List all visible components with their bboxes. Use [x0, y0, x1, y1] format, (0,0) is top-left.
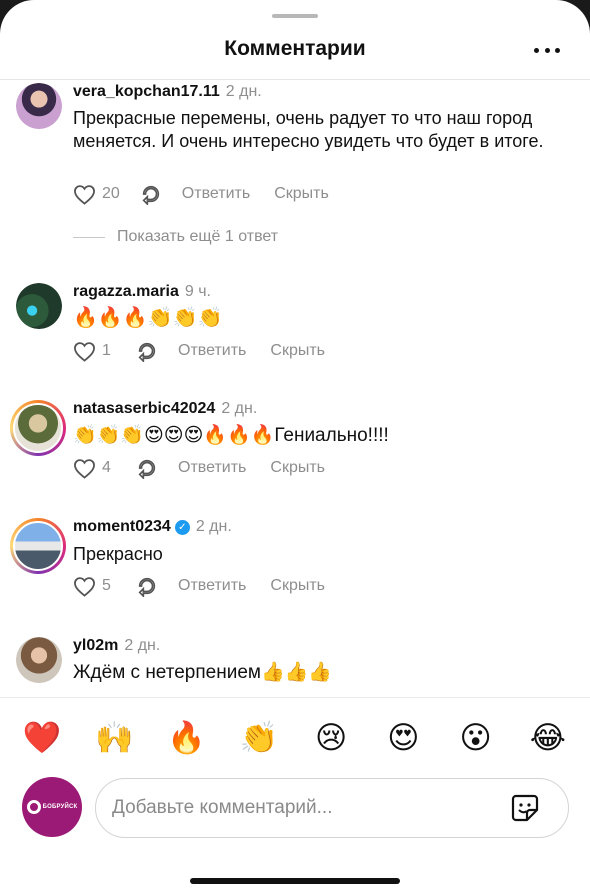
emoji-crying-button[interactable]: 😢 — [306, 718, 356, 758]
reply-button[interactable]: Ответить — [178, 459, 246, 477]
reply-icon[interactable] — [136, 457, 158, 479]
current-user-avatar[interactable]: БОБРУЙСК — [22, 777, 82, 837]
sheet-grabber[interactable] — [272, 14, 318, 18]
like-count: 20 — [102, 185, 120, 202]
comment-username[interactable]: ragazza.maria 9 ч. — [73, 283, 211, 301]
comment-time: 2 дн. — [225, 83, 262, 100]
comment-input-container[interactable] — [95, 778, 569, 838]
emoji-laughing-button[interactable]: 😂 — [523, 718, 573, 758]
avatar-logo-text: БОБРУЙСК — [42, 804, 78, 810]
comment-actions: 1 Ответить Скрыть — [73, 339, 325, 363]
reply-icon[interactable] — [136, 340, 158, 362]
heart-icon[interactable] — [73, 576, 96, 597]
avatar[interactable] — [16, 83, 62, 129]
like-count: 4 — [102, 459, 111, 476]
comment-time: 9 ч. — [184, 283, 211, 300]
page-title: Комментарии — [224, 37, 366, 60]
more-options-icon[interactable] — [534, 40, 560, 60]
comment-actions: 4 Ответить Скрыть — [73, 456, 325, 480]
emoji-fire-button[interactable]: 🔥 — [162, 718, 212, 758]
quick-emoji-bar: ❤️ 🙌 🔥 👏 😢 😍 😮 😂 — [0, 697, 590, 777]
like-button[interactable]: 20 — [73, 184, 120, 205]
sticker-icon[interactable] — [510, 793, 540, 823]
comment-item: moment0234 ✓ 2 дн. Прекрасно 5 Ответить … — [0, 518, 590, 618]
avatar[interactable] — [10, 518, 66, 574]
avatar[interactable] — [16, 637, 62, 683]
reply-icon[interactable] — [140, 183, 162, 205]
show-more-replies-label[interactable]: Показать ещё 1 ответ — [117, 228, 278, 246]
hide-button[interactable]: Скрыть — [270, 577, 325, 595]
comment-item: yl02m 2 дн. Ждём с нетерпением👍👍👍 — [0, 636, 590, 697]
comment-time: 2 дн. — [124, 637, 161, 654]
divider-line — [73, 236, 105, 238]
comment-item: natasaserbic42024 2 дн. 👏👏👏😍😍😍🔥🔥🔥Гениаль… — [0, 400, 590, 500]
comments-sheet: Комментарии vera_kopchan17.11 2 дн. Прек… — [0, 0, 590, 896]
show-more-replies-button[interactable]: Показать ещё 1 ответ — [73, 228, 278, 246]
hide-button[interactable]: Скрыть — [274, 185, 329, 203]
reply-button[interactable]: Ответить — [178, 577, 246, 595]
avatar[interactable] — [10, 400, 66, 456]
comment-username[interactable]: moment0234 ✓ 2 дн. — [73, 518, 232, 536]
comment-item: vera_kopchan17.11 2 дн. Прекрасные перем… — [0, 80, 590, 260]
avatar[interactable] — [16, 283, 62, 329]
heart-icon[interactable] — [73, 184, 96, 205]
hide-button[interactable]: Скрыть — [270, 459, 325, 477]
emoji-surprised-button[interactable]: 😮 — [451, 718, 501, 758]
comment-username[interactable]: yl02m 2 дн. — [73, 637, 160, 655]
comment-time: 2 дн. — [195, 518, 232, 535]
like-count: 5 — [102, 577, 111, 594]
comment-text: Прекрасно — [73, 544, 163, 564]
comment-list[interactable]: vera_kopchan17.11 2 дн. Прекрасные перем… — [0, 80, 590, 697]
comment-username[interactable]: vera_kopchan17.11 2 дн. — [73, 83, 262, 101]
reply-icon[interactable] — [136, 575, 158, 597]
comment-text: Прекрасные перемены, очень радует то что… — [73, 108, 544, 151]
comment-text: Ждём с нетерпением👍👍👍 — [73, 662, 332, 683]
emoji-heart-button[interactable]: ❤️ — [17, 718, 67, 758]
heart-icon[interactable] — [73, 458, 96, 479]
like-count: 1 — [102, 342, 111, 359]
comment-username[interactable]: natasaserbic42024 2 дн. — [73, 400, 257, 418]
comment-text: 🔥🔥🔥👏👏👏 — [73, 307, 223, 329]
logo-ring-icon — [26, 800, 41, 814]
comment-item: ragazza.maria 9 ч. 🔥🔥🔥👏👏👏 1 Ответить Скр… — [0, 283, 590, 383]
emoji-raised-hands-button[interactable]: 🙌 — [89, 718, 139, 758]
comment-text: 👏👏👏😍😍😍🔥🔥🔥Гениально!!!! — [73, 425, 389, 446]
verified-badge-icon: ✓ — [174, 519, 190, 535]
hide-button[interactable]: Скрыть — [270, 342, 325, 360]
comment-actions: 20 Ответить Скрыть — [73, 182, 329, 206]
like-button[interactable]: 5 — [73, 576, 116, 597]
like-button[interactable]: 4 — [73, 458, 116, 479]
emoji-heart-eyes-button[interactable]: 😍 — [378, 718, 428, 758]
emoji-clap-button[interactable]: 👏 — [234, 718, 284, 758]
comment-time: 2 дн. — [221, 400, 258, 417]
like-button[interactable]: 1 — [73, 341, 116, 362]
comment-actions: 5 Ответить Скрыть — [73, 574, 325, 598]
heart-icon[interactable] — [73, 341, 96, 362]
home-indicator[interactable] — [190, 878, 400, 884]
comment-input[interactable] — [112, 793, 502, 823]
reply-button[interactable]: Ответить — [178, 342, 246, 360]
reply-button[interactable]: Ответить — [182, 185, 250, 203]
